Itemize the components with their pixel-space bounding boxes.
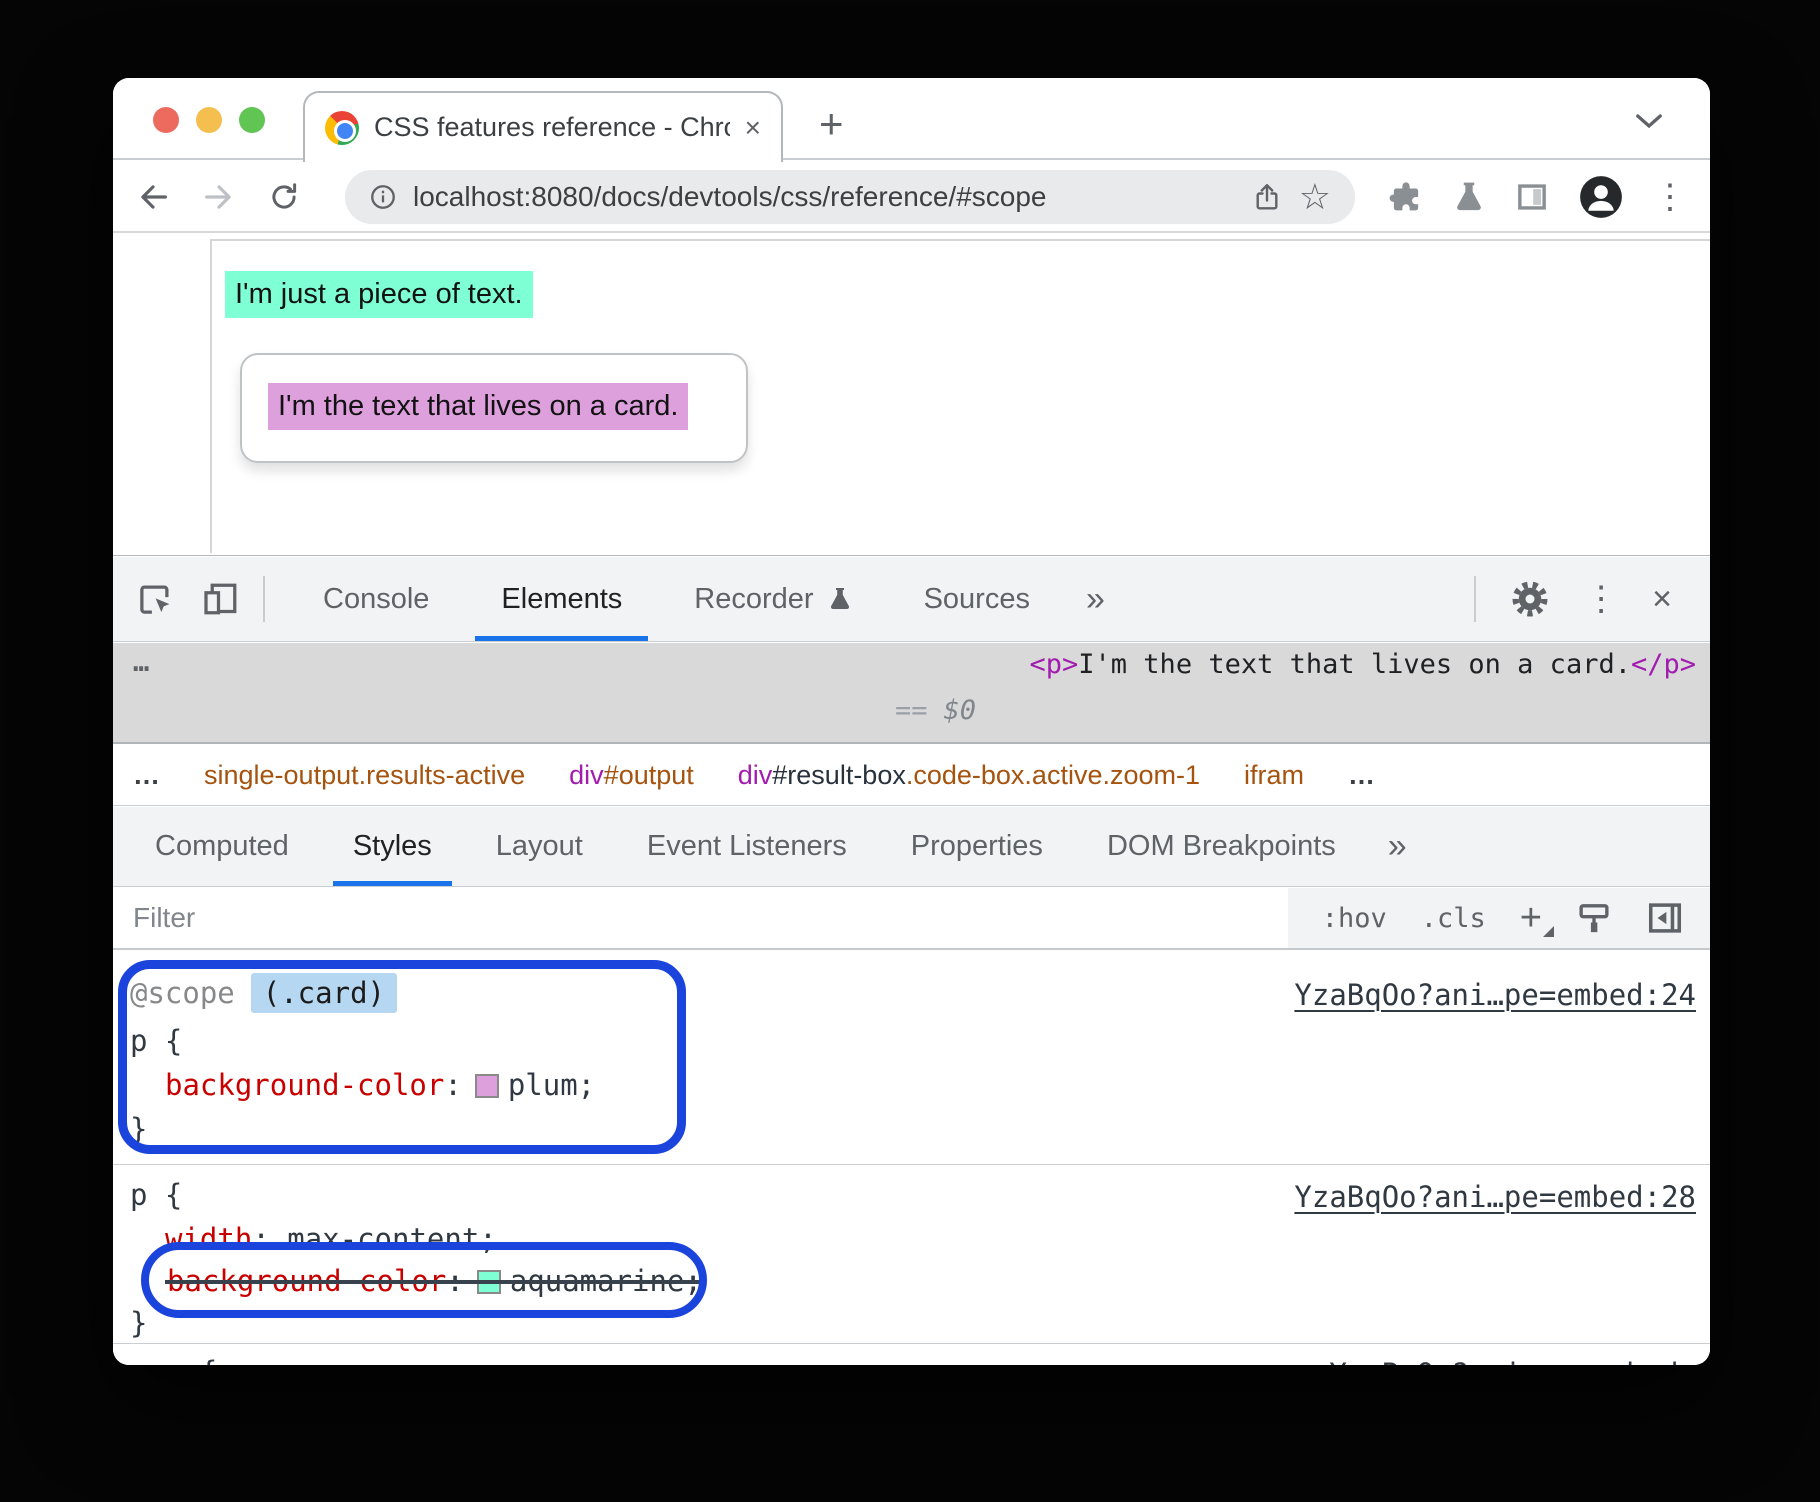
styles-filter-row: :hov .cls + — [113, 888, 1710, 950]
title-bar: CSS features reference - Chrom × + — [113, 78, 1710, 160]
element-classes-toggle[interactable]: .cls — [1421, 903, 1486, 934]
new-style-rule-button[interactable]: + — [1520, 899, 1542, 937]
bookmark-star-icon[interactable]: ☆ — [1299, 179, 1331, 215]
paint-roller-icon[interactable] — [1576, 900, 1612, 936]
tab-styles[interactable]: Styles — [321, 807, 464, 886]
filter-input[interactable] — [133, 902, 1172, 934]
tab-event-listeners[interactable]: Event Listeners — [615, 807, 879, 886]
toggle-sidebar-icon[interactable] — [1646, 899, 1684, 937]
rule-divider — [113, 1343, 1710, 1344]
experiment-flask-icon — [828, 586, 852, 612]
rule1-source-link[interactable]: YzaBqOo?ani…pe=embed:24 — [1294, 978, 1696, 1012]
tab-computed[interactable]: Computed — [123, 807, 321, 886]
devtools-tabbar: Console Elements Recorder Sources » ⋮ × — [113, 557, 1710, 642]
tab-recorder[interactable]: Recorder — [658, 557, 887, 641]
rule2-overridden-declaration[interactable]: background-color:aquamarine; — [167, 1262, 702, 1300]
traffic-lights — [153, 107, 265, 133]
devtools-panel: Console Elements Recorder Sources » ⋮ × … — [113, 555, 1710, 1365]
rule1-close-brace: } — [130, 1110, 147, 1148]
divider — [263, 576, 265, 622]
breadcrumb-overflow-right[interactable]: … — [1348, 760, 1375, 791]
divider — [1474, 576, 1476, 622]
filter-field-container — [113, 888, 1288, 948]
aquamarine-color-swatch[interactable] — [477, 1270, 501, 1294]
dom-ellipsis[interactable]: … — [133, 647, 150, 678]
selected-element-markup[interactable]: <p>I'm the text that lives on a card.</p… — [1030, 649, 1697, 680]
rule2-close-brace: } — [130, 1304, 147, 1342]
breadcrumb-item-selected[interactable]: div#result-box.code-box.active.zoom-1 — [738, 760, 1200, 791]
tab-dom-breakpoints[interactable]: DOM Breakpoints — [1075, 807, 1368, 886]
at-scope-header[interactable]: @scope(.card) — [130, 974, 397, 1012]
breadcrumb-item[interactable]: div#output — [569, 760, 694, 791]
tab-console[interactable]: Console — [287, 557, 465, 641]
result-frame-left-border — [210, 239, 212, 553]
filter-controls: :hov .cls + — [1288, 888, 1710, 948]
breadcrumb-item[interactable]: ifram — [1244, 760, 1304, 791]
address-bar[interactable]: localhost:8080/docs/devtools/css/referen… — [345, 170, 1355, 224]
flask-icon[interactable] — [1453, 180, 1485, 214]
chrome-favicon-icon — [325, 111, 359, 145]
forward-icon[interactable] — [201, 179, 237, 215]
clipped-rule-row: p { YzaBqOo?ani…pe=embed: — [113, 1351, 1710, 1365]
browser-tab[interactable]: CSS features reference - Chrom × — [303, 91, 783, 162]
scope-selector-highlight[interactable]: (.card) — [251, 973, 397, 1013]
back-icon[interactable] — [135, 179, 171, 215]
rule1-declaration[interactable]: background-color:plum; — [165, 1066, 595, 1104]
styles-pane: @scope(.card) YzaBqOo?ani…pe=embed:24 p … — [113, 952, 1710, 1365]
rule1-selector[interactable]: p { — [130, 1022, 182, 1060]
inspect-element-icon[interactable] — [135, 579, 175, 619]
tab-elements[interactable]: Elements — [465, 557, 658, 641]
avatar[interactable] — [1579, 175, 1623, 219]
page-content: I'm just a piece of text. I'm the text t… — [113, 235, 1710, 555]
device-toolbar-icon[interactable] — [201, 579, 241, 619]
plum-color-swatch[interactable] — [475, 1074, 499, 1098]
card-paragraph: I'm the text that lives on a card. — [268, 383, 688, 430]
new-tab-button[interactable]: + — [819, 100, 844, 148]
dollar-zero-hint: ==$0 — [895, 695, 976, 726]
browser-window: CSS features reference - Chrom × + local… — [113, 78, 1710, 1365]
tab-layout[interactable]: Layout — [464, 807, 615, 886]
rule2-width-declaration[interactable]: width: max-content; — [165, 1220, 497, 1258]
tab-close-icon[interactable]: × — [745, 112, 761, 144]
reload-icon[interactable] — [267, 180, 301, 214]
rule2-source-link[interactable]: YzaBqOo?ani…pe=embed:28 — [1294, 1180, 1696, 1214]
tab-sources[interactable]: Sources — [888, 557, 1066, 641]
more-tabs-icon[interactable]: » — [1066, 580, 1125, 619]
dom-tree-selected-row[interactable]: … <p>I'm the text that lives on a card.<… — [113, 643, 1710, 744]
breadcrumb-overflow-left[interactable]: … — [133, 760, 160, 791]
rule2-selector[interactable]: p { — [130, 1176, 182, 1214]
tab-title: CSS features reference - Chrom — [374, 112, 730, 143]
devtools-menu-icon[interactable]: ⋮ — [1584, 582, 1618, 616]
tab-properties[interactable]: Properties — [879, 807, 1075, 886]
side-panel-icon[interactable] — [1515, 180, 1549, 214]
styles-sidebar-tabbar: Computed Styles Layout Event Listeners P… — [113, 807, 1710, 887]
chevron-down-icon[interactable] — [1634, 112, 1664, 130]
breadcrumb: … single-output.results-active div#outpu… — [113, 746, 1710, 806]
pseudo-state-toggle[interactable]: :hov — [1322, 903, 1387, 934]
browser-menu-icon[interactable]: ⋮ — [1653, 180, 1687, 214]
share-icon[interactable] — [1251, 181, 1283, 213]
zoom-window-button[interactable] — [239, 107, 265, 133]
result-frame-top-border — [210, 239, 1710, 241]
minimize-window-button[interactable] — [196, 107, 222, 133]
url-text[interactable]: localhost:8080/docs/devtools/css/referen… — [413, 181, 1235, 213]
info-icon[interactable] — [369, 183, 397, 211]
devtools-close-icon[interactable]: × — [1652, 580, 1672, 619]
settings-gear-icon[interactable] — [1510, 579, 1550, 619]
breadcrumb-item[interactable]: single-output.results-active — [204, 760, 525, 791]
demo-card: I'm the text that lives on a card. — [240, 353, 748, 463]
close-window-button[interactable] — [153, 107, 179, 133]
more-sidebar-tabs-icon[interactable]: » — [1368, 827, 1427, 866]
rule-divider — [113, 1164, 1710, 1165]
browser-toolbar: localhost:8080/docs/devtools/css/referen… — [113, 162, 1710, 233]
plain-paragraph: I'm just a piece of text. — [225, 271, 533, 318]
extensions-puzzle-icon[interactable] — [1389, 180, 1423, 214]
